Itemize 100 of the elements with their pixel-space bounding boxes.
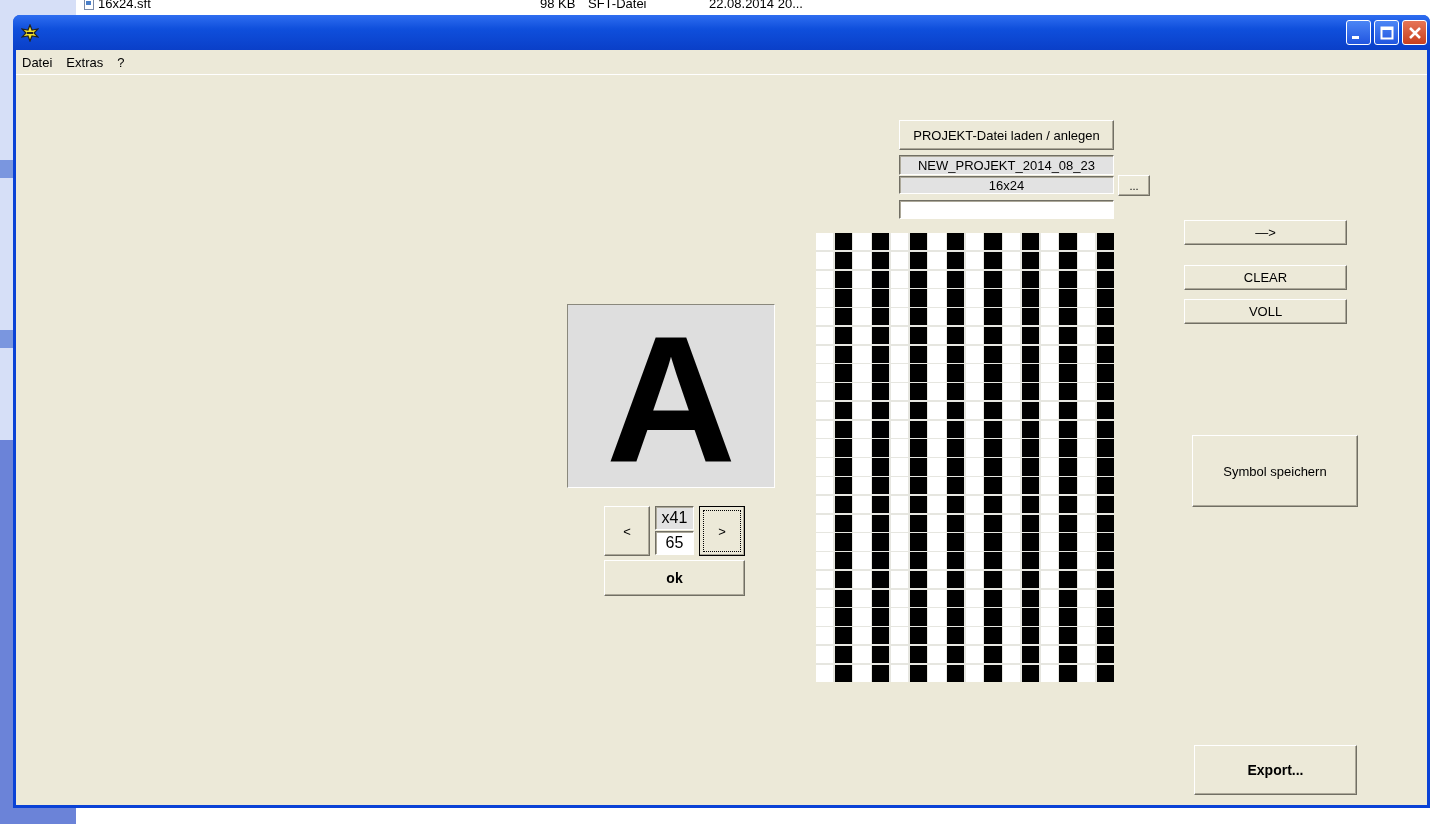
pixel-cell[interactable] xyxy=(947,608,965,626)
pixel-cell[interactable] xyxy=(834,364,852,382)
pixel-cell[interactable] xyxy=(1096,401,1114,420)
pixel-cell[interactable] xyxy=(1040,514,1058,532)
pixel-cell[interactable] xyxy=(1003,458,1021,476)
pixel-cell[interactable] xyxy=(984,495,1002,514)
pixel-cell[interactable] xyxy=(965,664,983,682)
pixel-cell[interactable] xyxy=(816,420,834,438)
pixel-cell[interactable] xyxy=(984,439,1002,457)
pixel-cell[interactable] xyxy=(890,383,909,401)
pixel-cell[interactable] xyxy=(984,420,1002,438)
pixel-cell[interactable] xyxy=(1003,270,1021,288)
pixel-cell[interactable] xyxy=(1021,383,1040,401)
pixel-cell[interactable] xyxy=(1078,495,1096,514)
pixel-cell[interactable] xyxy=(928,289,946,307)
pixel-cell[interactable] xyxy=(890,251,909,270)
pixel-cell[interactable] xyxy=(909,345,927,363)
pixel-cell[interactable] xyxy=(890,289,909,307)
close-button[interactable] xyxy=(1402,20,1427,45)
pixel-cell[interactable] xyxy=(984,345,1002,363)
pixel-cell[interactable] xyxy=(1040,458,1058,476)
pixel-cell[interactable] xyxy=(816,552,834,570)
pixel-cell[interactable] xyxy=(965,345,983,363)
pixel-cell[interactable] xyxy=(1096,233,1114,251)
pixel-cell[interactable] xyxy=(872,589,890,607)
pixel-cell[interactable] xyxy=(1003,289,1021,307)
pixel-cell[interactable] xyxy=(872,401,890,420)
pixel-cell[interactable] xyxy=(1059,608,1077,626)
pixel-cell[interactable] xyxy=(853,533,871,551)
pixel-cell[interactable] xyxy=(872,345,890,363)
pixel-cell[interactable] xyxy=(1040,345,1058,363)
pixel-cell[interactable] xyxy=(1003,533,1021,551)
pixel-cell[interactable] xyxy=(1021,514,1040,532)
pixel-cell[interactable] xyxy=(1096,289,1114,307)
pixel-cell[interactable] xyxy=(1096,270,1114,288)
pixel-cell[interactable] xyxy=(1078,514,1096,532)
pixel-cell[interactable] xyxy=(965,439,983,457)
pixel-cell[interactable] xyxy=(1078,570,1096,589)
pixel-cell[interactable] xyxy=(928,477,946,495)
pixel-cell[interactable] xyxy=(853,589,871,607)
pixel-cell[interactable] xyxy=(1096,477,1114,495)
pixel-cell[interactable] xyxy=(984,552,1002,570)
pixel-cell[interactable] xyxy=(1021,420,1040,438)
pixel-cell[interactable] xyxy=(853,570,871,589)
pixel-cell[interactable] xyxy=(834,570,852,589)
pixel-cell[interactable] xyxy=(853,251,871,270)
pixel-cell[interactable] xyxy=(1078,627,1096,645)
pixel-cell[interactable] xyxy=(1078,533,1096,551)
pixel-cell[interactable] xyxy=(1096,570,1114,589)
pixel-cell[interactable] xyxy=(872,458,890,476)
pixel-cell[interactable] xyxy=(947,570,965,589)
pixel-cell[interactable] xyxy=(816,458,834,476)
pixel-cell[interactable] xyxy=(1021,570,1040,589)
pixel-cell[interactable] xyxy=(1059,251,1077,270)
pixel-cell[interactable] xyxy=(1040,289,1058,307)
pixel-cell[interactable] xyxy=(947,383,965,401)
pixel-cell[interactable] xyxy=(816,383,834,401)
pixel-cell[interactable] xyxy=(853,627,871,645)
pixel-cell[interactable] xyxy=(947,645,965,664)
pixel-cell[interactable] xyxy=(1059,514,1077,532)
pixel-cell[interactable] xyxy=(872,477,890,495)
pixel-cell[interactable] xyxy=(909,270,927,288)
menu-item[interactable]: ? xyxy=(111,54,133,70)
pixel-cell[interactable] xyxy=(947,458,965,476)
pixel-cell[interactable] xyxy=(965,514,983,532)
pixel-cell[interactable] xyxy=(890,270,909,288)
pixel-cell[interactable] xyxy=(909,514,927,532)
pixel-cell[interactable] xyxy=(890,345,909,363)
pixel-cell[interactable] xyxy=(1096,420,1114,438)
pixel-cell[interactable] xyxy=(816,645,834,664)
pixel-cell[interactable] xyxy=(872,326,890,345)
code-field[interactable]: 65 xyxy=(655,531,694,555)
pixel-cell[interactable] xyxy=(816,364,834,382)
pixel-cell[interactable] xyxy=(1059,383,1077,401)
pixel-cell[interactable] xyxy=(1059,401,1077,420)
pixel-cell[interactable] xyxy=(816,233,834,251)
pixel-cell[interactable] xyxy=(1021,552,1040,570)
pixel-cell[interactable] xyxy=(890,552,909,570)
pixel-cell[interactable] xyxy=(909,589,927,607)
pixel-cell[interactable] xyxy=(965,270,983,288)
pixel-cell[interactable] xyxy=(1096,627,1114,645)
pixel-cell[interactable] xyxy=(965,533,983,551)
pixel-cell[interactable] xyxy=(984,326,1002,345)
pixel-cell[interactable] xyxy=(872,608,890,626)
pixel-cell[interactable] xyxy=(890,458,909,476)
pixel-cell[interactable] xyxy=(1040,477,1058,495)
pixel-cell[interactable] xyxy=(890,233,909,251)
pixel-cell[interactable] xyxy=(928,627,946,645)
pixel-cell[interactable] xyxy=(890,495,909,514)
pixel-cell[interactable] xyxy=(1021,627,1040,645)
pixel-cell[interactable] xyxy=(928,308,946,326)
pixel-cell[interactable] xyxy=(872,439,890,457)
pixel-cell[interactable] xyxy=(834,308,852,326)
pixel-cell[interactable] xyxy=(872,570,890,589)
pixel-cell[interactable] xyxy=(947,326,965,345)
pixel-cell[interactable] xyxy=(834,401,852,420)
pixel-cell[interactable] xyxy=(965,645,983,664)
pixel-cell[interactable] xyxy=(1059,645,1077,664)
pixel-cell[interactable] xyxy=(947,308,965,326)
pixel-cell[interactable] xyxy=(853,289,871,307)
